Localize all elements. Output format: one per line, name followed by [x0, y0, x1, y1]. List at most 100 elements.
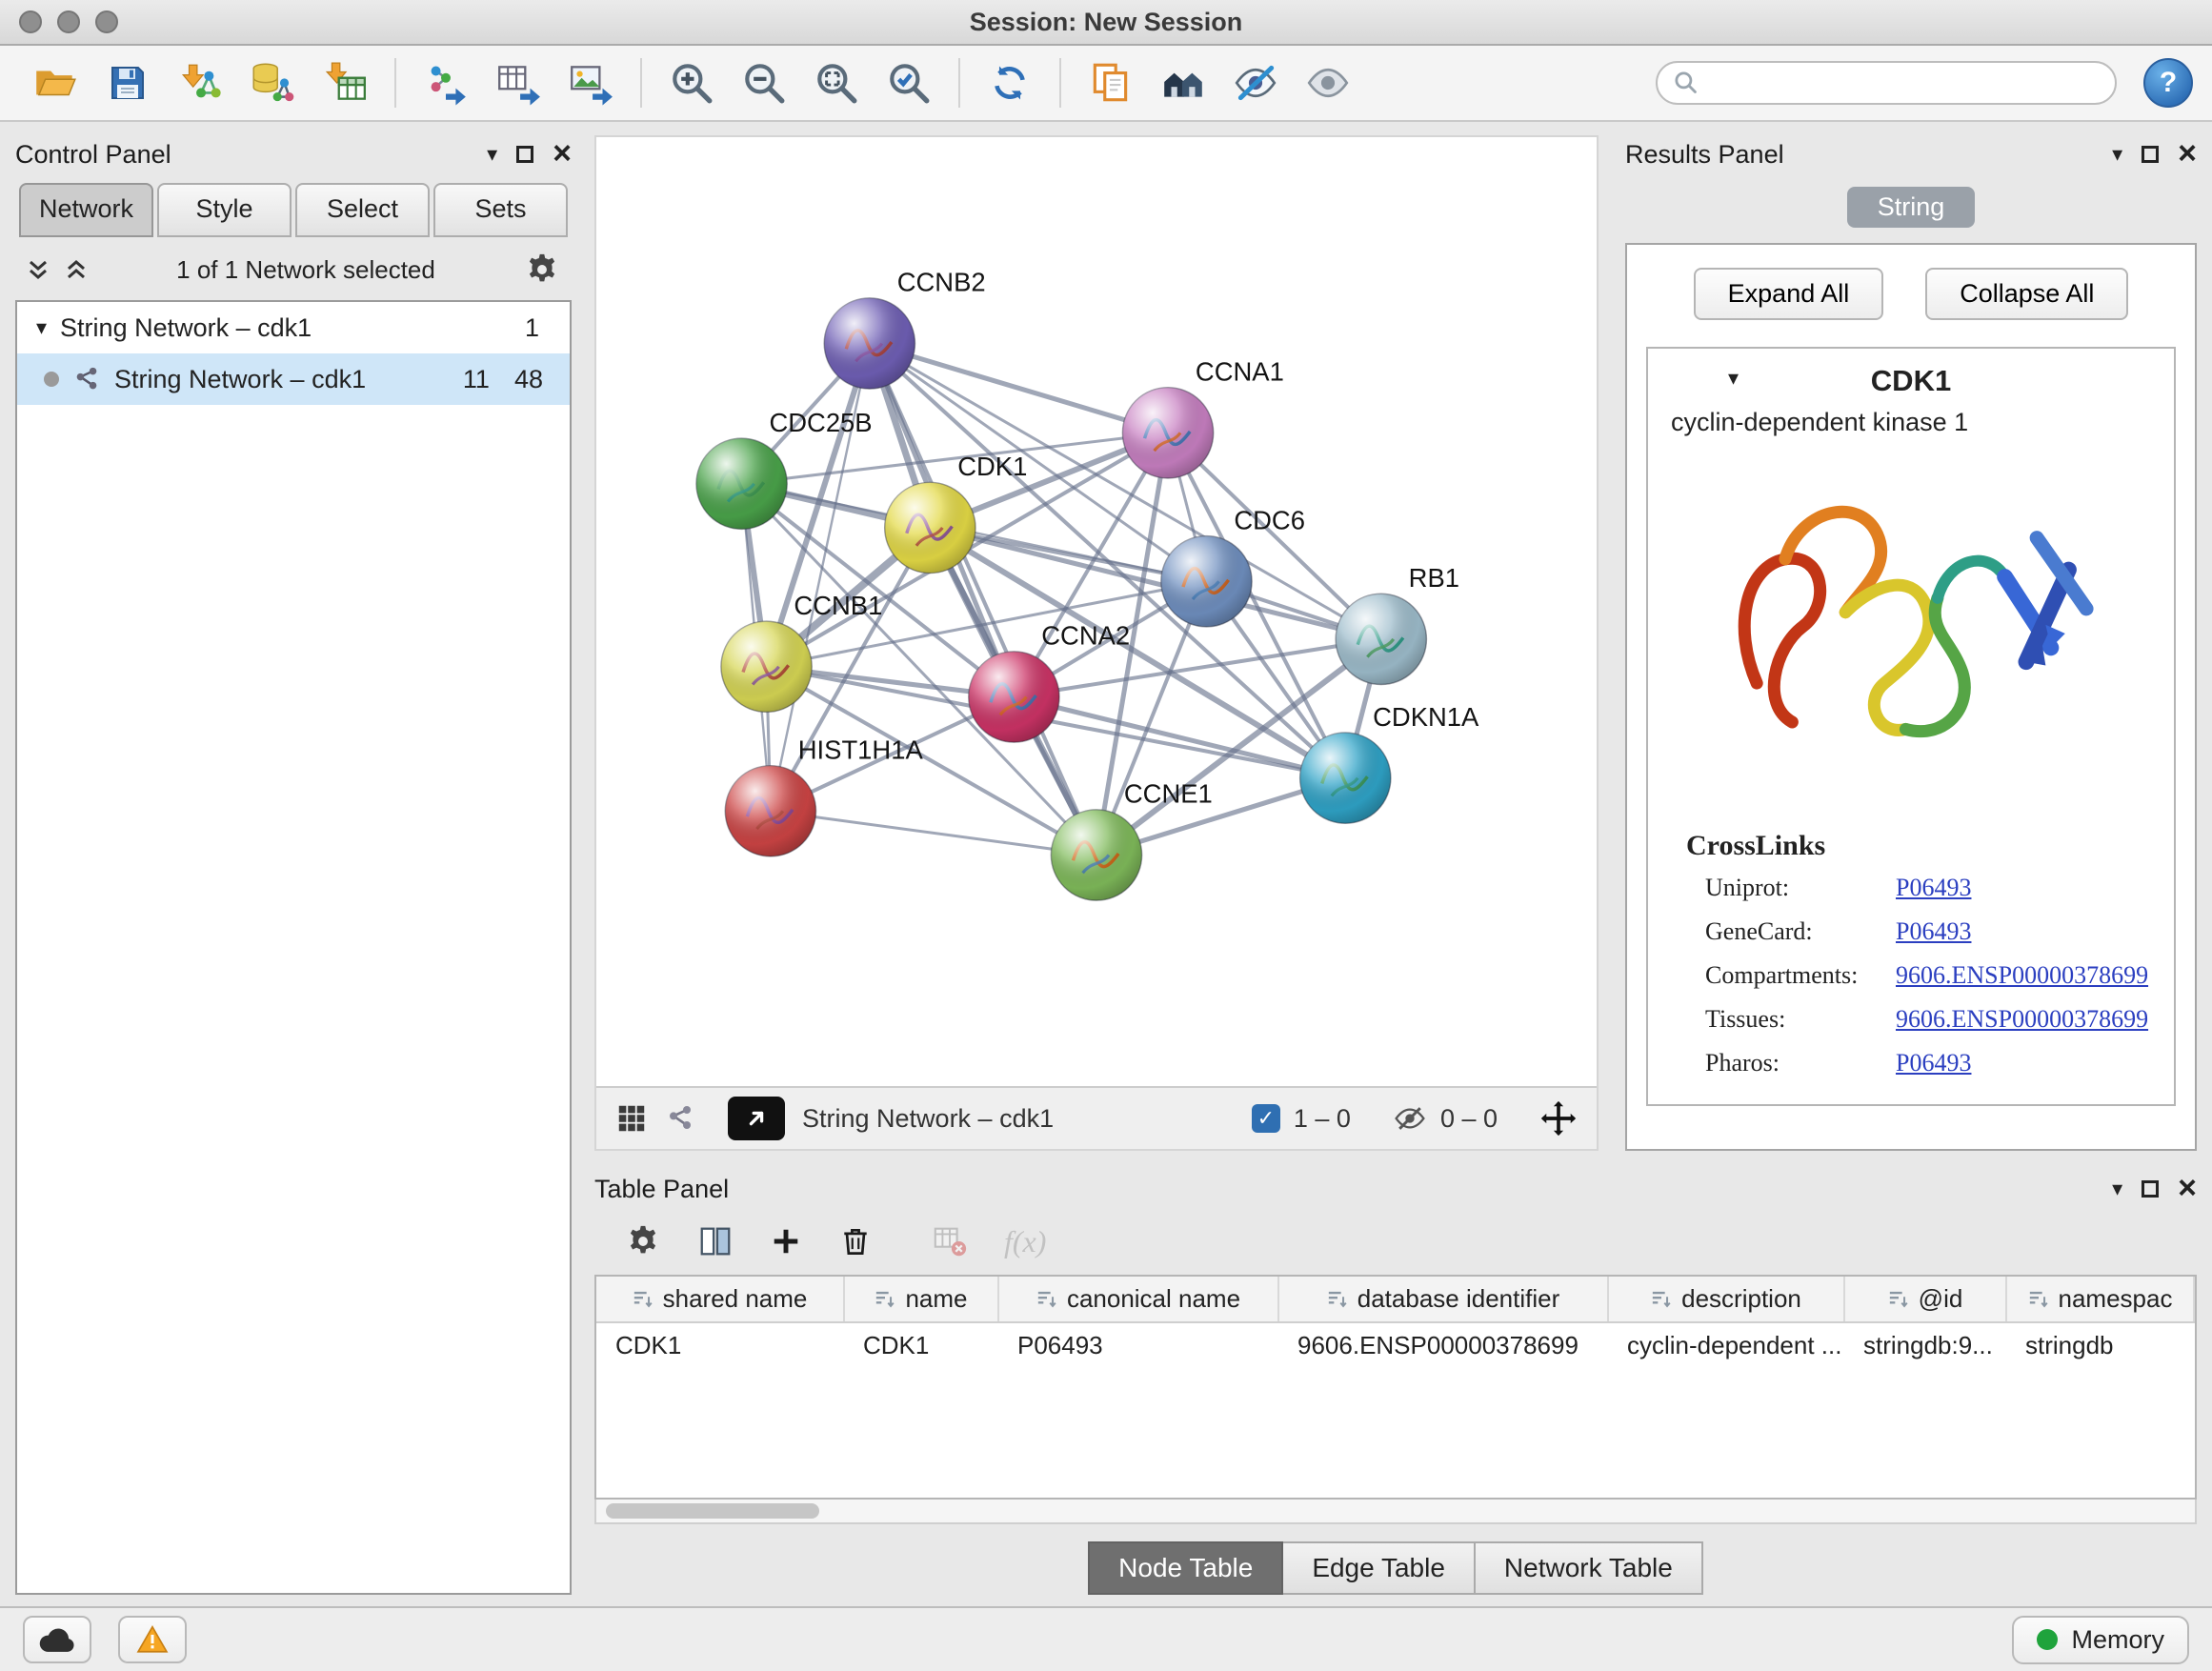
column-header-description[interactable]: description — [1608, 1277, 1844, 1322]
table-tab-network-table[interactable]: Network Table — [1476, 1541, 1703, 1595]
export-table-button[interactable] — [482, 52, 554, 113]
network-node-CDC6[interactable] — [1161, 536, 1252, 627]
export-image-button[interactable] — [554, 52, 627, 113]
scrollbar-thumb[interactable] — [606, 1503, 819, 1519]
column-header-namespac[interactable]: namespac — [2006, 1277, 2194, 1322]
table-mode-gear-icon[interactable] — [625, 1223, 661, 1259]
help-button[interactable]: ? — [2143, 58, 2193, 108]
control-tab-network[interactable]: Network — [19, 183, 153, 237]
network-node-RB1[interactable] — [1336, 594, 1426, 684]
close-panel-icon[interactable]: × — [2178, 141, 2197, 167]
network-node-HIST1H1A[interactable] — [725, 766, 815, 856]
node-label-CDC25B: CDC25B — [769, 408, 872, 437]
network-edge-CCNB2-CCNA1[interactable] — [870, 344, 1168, 433]
network-node-CDKN1A[interactable] — [1300, 733, 1391, 823]
network-edge-CCNB2-CCNE1[interactable] — [870, 344, 1096, 856]
expand-all-icon[interactable] — [65, 258, 88, 281]
string-tab-badge[interactable]: String — [1847, 187, 1976, 228]
show-hide-button[interactable] — [1292, 52, 1364, 113]
cloud-status-button[interactable] — [23, 1616, 91, 1663]
zoom-fit-button[interactable] — [800, 52, 873, 113]
gene-section-header[interactable]: ▾ CDK1 — [1648, 349, 2174, 408]
panel-menu-icon[interactable]: ▾ — [2112, 1178, 2122, 1199]
open-in-new-button[interactable] — [728, 1097, 785, 1140]
gene-symbol: CDK1 — [1871, 364, 1951, 397]
close-window-button[interactable] — [19, 10, 42, 33]
import-network-database-button[interactable] — [236, 52, 309, 113]
minimize-window-button[interactable] — [57, 10, 80, 33]
zoom-in-button[interactable] — [655, 52, 728, 113]
table-row[interactable]: CDK1CDK1P064939606.ENSP00000378699cyclin… — [596, 1322, 2194, 1368]
crosslink-tissues[interactable]: 9606.ENSP00000378699 — [1896, 1005, 2159, 1034]
show-columns-icon[interactable] — [697, 1223, 734, 1259]
memory-button[interactable]: Memory — [2012, 1616, 2189, 1664]
horizontal-scrollbar[interactable] — [594, 1500, 2197, 1524]
network-options-gear-icon[interactable] — [524, 252, 560, 288]
node-label-RB1: RB1 — [1409, 563, 1459, 593]
warnings-button[interactable] — [118, 1616, 187, 1663]
title-bar: Session: New Session — [0, 0, 2212, 46]
control-tab-style[interactable]: Style — [157, 183, 292, 237]
close-panel-icon[interactable]: × — [2178, 1176, 2197, 1201]
crosslink-uniprot[interactable]: P06493 — [1896, 874, 2159, 902]
collapse-all-button[interactable]: Collapse All — [1925, 268, 2128, 320]
column-header-name[interactable]: name — [844, 1277, 998, 1322]
search-input[interactable] — [1709, 70, 2100, 97]
delete-column-trash-icon[interactable] — [838, 1224, 873, 1258]
selected-counts: 1 – 0 — [1294, 1104, 1351, 1134]
network-node-CDC25B[interactable] — [696, 438, 787, 529]
crosslink-genecard[interactable]: P06493 — [1896, 917, 2159, 946]
crosslink-label: Uniprot: — [1705, 874, 1896, 902]
control-tab-sets[interactable]: Sets — [433, 183, 568, 237]
zoom-selected-button[interactable] — [873, 52, 945, 113]
show-panels-button[interactable] — [1147, 52, 1219, 113]
network-node-CCNB1[interactable] — [721, 621, 812, 712]
maximize-window-button[interactable] — [95, 10, 118, 33]
network-edge-HIST1H1A-CCNE1[interactable] — [771, 811, 1096, 855]
collapse-all-icon[interactable] — [27, 258, 50, 281]
network-node-CDK1[interactable] — [885, 482, 975, 573]
panel-menu-icon[interactable]: ▾ — [2112, 144, 2122, 165]
export-network-button[interactable] — [410, 52, 482, 113]
save-session-button[interactable] — [91, 52, 164, 113]
float-panel-icon[interactable] — [2142, 1180, 2159, 1198]
network-node-CCNB2[interactable] — [824, 298, 915, 389]
close-panel-icon[interactable]: × — [553, 141, 572, 167]
table-tab-node-table[interactable]: Node Table — [1088, 1541, 1283, 1595]
open-session-button[interactable] — [19, 52, 91, 113]
column-header--id[interactable]: @id — [1844, 1277, 2006, 1322]
graphics-details-button[interactable] — [1219, 52, 1292, 113]
network-collection-row[interactable]: ▾ String Network – cdk1 1 — [17, 302, 570, 353]
import-network-file-button[interactable] — [164, 52, 236, 113]
float-panel-icon[interactable] — [516, 146, 533, 163]
table-panel: Table Panel ▾ × f(x) shared namenamecano — [594, 1170, 2197, 1595]
collapse-section-icon[interactable]: ▾ — [1728, 366, 1739, 391]
column-header-shared-name[interactable]: shared name — [596, 1277, 844, 1322]
column-header-database-identifier[interactable]: database identifier — [1278, 1277, 1608, 1322]
collapse-arrow-icon[interactable]: ▾ — [36, 315, 47, 340]
table-tab-edge-table[interactable]: Edge Table — [1283, 1541, 1476, 1595]
network-node-CCNA2[interactable] — [969, 652, 1059, 742]
network-row-selected[interactable]: String Network – cdk1 11 48 — [17, 353, 570, 405]
pan-crosshair-icon[interactable] — [1539, 1099, 1578, 1137]
selected-checkbox-icon[interactable]: ✓ — [1252, 1104, 1280, 1133]
function-builder-icon: f(x) — [1004, 1224, 1046, 1259]
column-header-canonical-name[interactable]: canonical name — [998, 1277, 1278, 1322]
zoom-out-button[interactable] — [728, 52, 800, 113]
crosslink-compartments[interactable]: 9606.ENSP00000378699 — [1896, 961, 2159, 990]
control-tab-select[interactable]: Select — [295, 183, 430, 237]
network-canvas[interactable]: CCNB2CCNA1CDC25BCDK1CDC6RB1CCNB1CCNA2CDK… — [596, 137, 1597, 1086]
grid-view-icon[interactable] — [615, 1102, 648, 1135]
network-node-CCNA1[interactable] — [1122, 388, 1213, 478]
hidden-eye-slash-icon[interactable] — [1393, 1101, 1427, 1136]
network-view-icon[interactable] — [665, 1103, 695, 1134]
add-column-plus-icon[interactable] — [770, 1225, 802, 1258]
network-node-CCNE1[interactable] — [1051, 810, 1141, 900]
crosslink-pharos[interactable]: P06493 — [1896, 1049, 2159, 1077]
refresh-view-button[interactable] — [974, 52, 1046, 113]
clone-network-button[interactable] — [1075, 52, 1147, 113]
import-table-button[interactable] — [309, 52, 381, 113]
expand-all-button[interactable]: Expand All — [1694, 268, 1884, 320]
float-panel-icon[interactable] — [2142, 146, 2159, 163]
panel-menu-icon[interactable]: ▾ — [487, 144, 497, 165]
